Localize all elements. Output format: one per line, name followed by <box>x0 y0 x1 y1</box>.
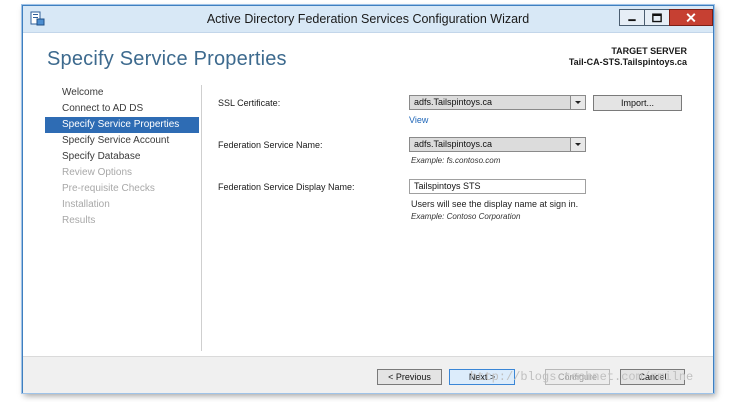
display-name-input[interactable]: Tailspintoys STS <box>409 179 586 194</box>
view-certificate-link[interactable]: View <box>409 115 428 125</box>
target-server-label: TARGET SERVER <box>611 46 687 56</box>
close-icon <box>686 13 696 23</box>
maximize-icon <box>652 13 662 23</box>
maximize-button[interactable] <box>644 9 670 26</box>
nav-item-specify-service-properties[interactable]: Specify Service Properties <box>45 117 199 133</box>
ssl-certificate-value: adfs.Tailspintoys.ca <box>414 97 493 107</box>
nav-divider <box>201 85 202 351</box>
minimize-icon <box>628 19 636 22</box>
target-server-name: Tail-CA-STS.Tailspintoys.ca <box>568 57 687 67</box>
federation-service-name-label: Federation Service Name: <box>218 140 323 150</box>
display-name-example: Example: Contoso Corporation <box>411 212 521 221</box>
nav-item-prerequisite-checks: Pre-requisite Checks <box>62 183 155 194</box>
previous-button[interactable]: < Previous <box>377 369 442 385</box>
federation-service-name-example: Example: fs.contoso.com <box>411 156 501 165</box>
nav-item-specify-service-account[interactable]: Specify Service Account <box>45 133 199 149</box>
chevron-down-icon <box>570 138 585 151</box>
window-title: Active Directory Federation Services Con… <box>206 12 530 26</box>
wizard-steps-nav: Welcome Connect to AD DS Specify Service… <box>45 85 199 229</box>
title-bar[interactable]: Active Directory Federation Services Con… <box>23 6 713 33</box>
ssl-certificate-label: SSL Certificate: <box>218 98 281 108</box>
wizard-window: Active Directory Federation Services Con… <box>22 5 714 393</box>
chevron-down-icon <box>570 96 585 109</box>
federation-service-name-dropdown[interactable]: adfs.Tailspintoys.ca <box>409 137 586 152</box>
federation-service-name-value: adfs.Tailspintoys.ca <box>414 139 493 149</box>
display-name-label: Federation Service Display Name: <box>218 182 355 192</box>
nav-item-specify-database[interactable]: Specify Database <box>45 149 199 165</box>
watermark-url: http://blogs.technet.com/rmilne <box>470 370 694 384</box>
nav-item-results: Results <box>62 215 96 226</box>
minimize-button[interactable] <box>619 9 645 26</box>
ssl-certificate-dropdown[interactable]: adfs.Tailspintoys.ca <box>409 95 586 110</box>
page-title: Specify Service Properties <box>47 48 287 70</box>
nav-item-installation: Installation <box>62 199 110 210</box>
nav-item-review-options: Review Options <box>62 167 133 178</box>
nav-item-welcome[interactable]: Welcome <box>45 85 199 101</box>
display-name-note: Users will see the display name at sign … <box>411 199 579 209</box>
display-name-value: Tailspintoys STS <box>414 181 481 191</box>
close-button[interactable] <box>669 9 713 26</box>
nav-item-connect-ad-ds[interactable]: Connect to AD DS <box>45 101 199 117</box>
import-button[interactable]: Import... <box>593 95 682 111</box>
